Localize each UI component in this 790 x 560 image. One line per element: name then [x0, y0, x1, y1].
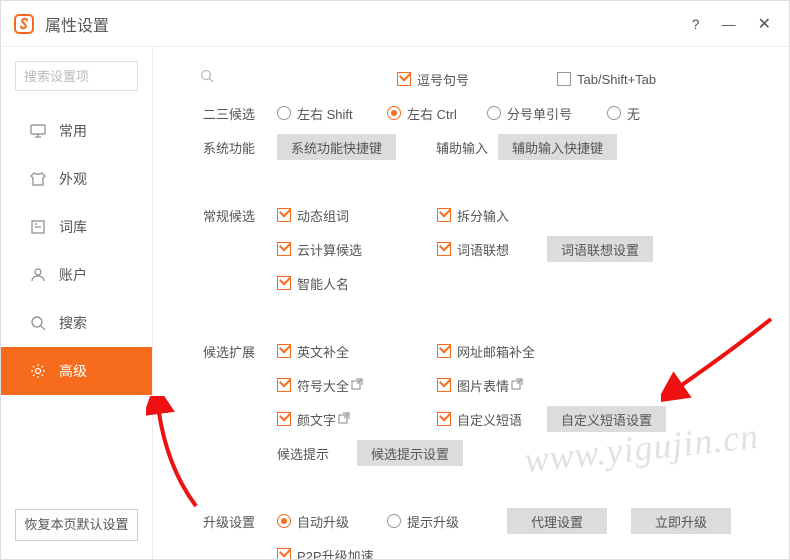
radio-label: 自动升级 — [297, 512, 349, 531]
checkbox-comma-period[interactable]: 逗号句号 — [397, 70, 557, 89]
help-icon[interactable]: ? — [692, 16, 700, 32]
checkbox-label: 动态组词 — [297, 206, 349, 225]
reset-defaults-button[interactable]: 恢复本页默认设置 — [15, 509, 138, 541]
checkbox-label: 符号大全 — [297, 376, 349, 395]
sidebar-item-dictionary[interactable]: 词库 — [1, 203, 152, 251]
assoc-settings-button[interactable]: 词语联想设置 — [547, 236, 653, 262]
checkbox-label: 英文补全 — [297, 342, 349, 361]
radio-label: 提示升级 — [407, 512, 459, 531]
group-label-expand: 候选扩展 — [183, 342, 255, 361]
user-icon — [29, 266, 47, 284]
radio-ask-upgrade[interactable]: 提示升级 — [387, 512, 507, 531]
checkbox-label: 词语联想 — [457, 240, 509, 259]
radio-auto-upgrade[interactable]: 自动升级 — [277, 512, 387, 531]
checkbox-label: Tab/Shift+Tab — [577, 72, 656, 87]
checkbox-cloud[interactable]: 云计算候选 — [277, 240, 437, 259]
sidebar-item-common[interactable]: 常用 — [1, 107, 152, 155]
content-area: 逗号句号 Tab/Shift+Tab 二三候选 左右 Shift 左右 Ctrl… — [153, 47, 789, 559]
titlebar: 属性设置 ? — ✕ — [1, 1, 789, 47]
minimize-icon[interactable]: — — [722, 16, 736, 32]
gear-icon — [29, 362, 47, 380]
radio-label: 左右 Ctrl — [407, 104, 457, 123]
sidebar-item-label: 账户 — [59, 265, 87, 285]
sidebar-item-search[interactable]: 搜索 — [1, 299, 152, 347]
checkbox-split-input[interactable]: 拆分输入 — [437, 206, 509, 225]
sidebar-item-label: 搜索 — [59, 313, 87, 333]
sidebar-item-label: 常用 — [59, 121, 87, 141]
search-box[interactable] — [15, 61, 138, 91]
hint-settings-button[interactable]: 候选提示设置 — [357, 440, 463, 466]
checkbox-label: 拆分输入 — [457, 206, 509, 225]
aux-input-label: 辅助输入 — [436, 138, 488, 157]
radio-label: 分号单引号 — [507, 104, 572, 123]
external-link-icon[interactable] — [338, 412, 352, 426]
dictionary-icon — [29, 218, 47, 236]
checkbox-tab-shift-tab[interactable]: Tab/Shift+Tab — [557, 72, 656, 87]
sidebar-item-appearance[interactable]: 外观 — [1, 155, 152, 203]
checkbox-dynamic[interactable]: 动态组词 — [277, 206, 437, 225]
app-logo-icon — [13, 13, 35, 35]
group-label-upgrade: 升级设置 — [183, 512, 255, 531]
radio-semi-quote[interactable]: 分号单引号 — [487, 104, 607, 123]
hint-label: 候选提示 — [277, 444, 357, 463]
sidebar-item-account[interactable]: 账户 — [1, 251, 152, 299]
sidebar-item-label: 高级 — [59, 361, 87, 381]
radio-label: 左右 Shift — [297, 104, 353, 123]
sidebar-item-label: 词库 — [59, 217, 87, 237]
shirt-icon — [29, 170, 47, 188]
radio-lr-shift[interactable]: 左右 Shift — [277, 104, 387, 123]
checkbox-label: P2P升级加速 — [297, 546, 374, 560]
checkbox-symbol[interactable]: 符号大全 — [277, 376, 437, 395]
checkbox-label: 逗号句号 — [417, 70, 469, 89]
group-label-sys: 系统功能 — [183, 138, 255, 157]
custom-phrase-settings-button[interactable]: 自定义短语设置 — [547, 406, 666, 432]
checkbox-label: 图片表情 — [457, 376, 509, 395]
monitor-icon — [29, 122, 47, 140]
checkbox-label: 颜文字 — [297, 410, 336, 429]
group-label-23: 二三候选 — [183, 104, 255, 123]
checkbox-label: 自定义短语 — [457, 410, 522, 429]
checkbox-assoc[interactable]: 词语联想 — [437, 240, 547, 259]
checkbox-label: 云计算候选 — [297, 240, 362, 259]
external-link-icon[interactable] — [511, 378, 525, 392]
checkbox-pic-emoji[interactable]: 图片表情 — [437, 376, 525, 395]
external-link-icon[interactable] — [351, 378, 365, 392]
magnifier-icon — [29, 314, 47, 332]
radio-none[interactable]: 无 — [607, 104, 640, 123]
window-title: 属性设置 — [45, 12, 109, 36]
sidebar-item-advanced[interactable]: 高级 — [1, 347, 152, 395]
checkbox-label: 智能人名 — [297, 274, 349, 293]
checkbox-kaomoji[interactable]: 颜文字 — [277, 410, 437, 429]
checkbox-url-complete[interactable]: 网址邮箱补全 — [437, 342, 535, 361]
radio-lr-ctrl[interactable]: 左右 Ctrl — [387, 104, 487, 123]
radio-label: 无 — [627, 104, 640, 123]
group-label-normal: 常规候选 — [183, 206, 255, 225]
sidebar: 常用 外观 词库 账户 搜索 高级 恢复本页默认设置 — [1, 47, 153, 559]
proxy-settings-button[interactable]: 代理设置 — [507, 508, 607, 534]
aux-hotkey-button[interactable]: 辅助输入快捷键 — [498, 134, 617, 160]
checkbox-eng-complete[interactable]: 英文补全 — [277, 342, 437, 361]
upgrade-now-button[interactable]: 立即升级 — [631, 508, 731, 534]
sys-hotkey-button[interactable]: 系统功能快捷键 — [277, 134, 396, 160]
checkbox-custom-phrase[interactable]: 自定义短语 — [437, 410, 547, 429]
checkbox-smartname[interactable]: 智能人名 — [277, 274, 349, 293]
checkbox-label: 网址邮箱补全 — [457, 342, 535, 361]
checkbox-p2p[interactable]: P2P升级加速 — [277, 546, 374, 560]
sidebar-item-label: 外观 — [59, 169, 87, 189]
close-icon[interactable]: ✕ — [758, 14, 771, 34]
